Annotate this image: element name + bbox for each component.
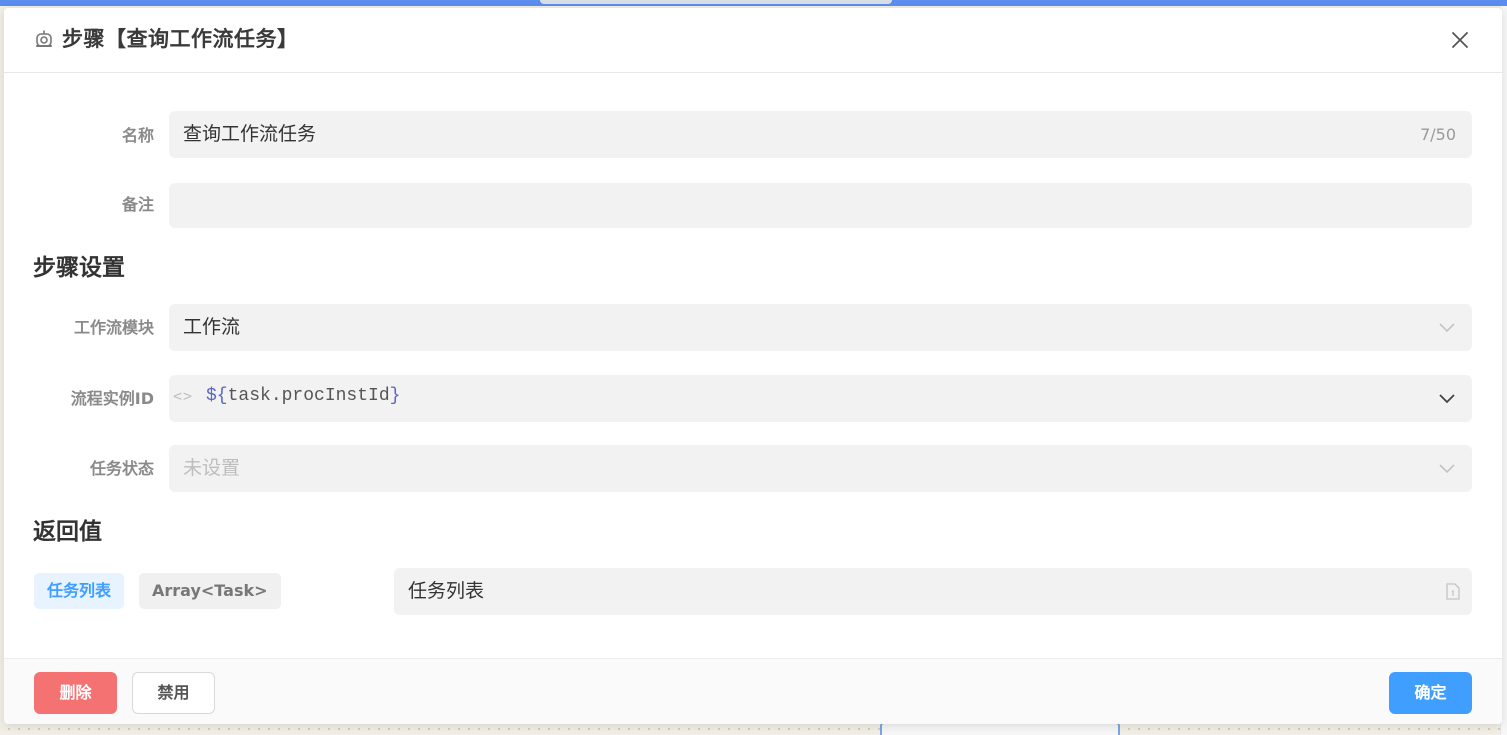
dialog-footer: 删除 禁用 确定 bbox=[4, 658, 1502, 724]
module-select-value: 工作流 bbox=[183, 316, 241, 338]
dialog-title: 步骤【查询工作流任务】 bbox=[62, 27, 299, 51]
robot-icon bbox=[36, 30, 52, 47]
step-dialog: 步骤【查询工作流任务】 名称 查询工作流任务 7/50 备注 步骤设置 工作流模… bbox=[4, 8, 1502, 724]
expression-suffix: } bbox=[389, 386, 401, 406]
expression-variable: task.procInstId bbox=[227, 386, 390, 406]
instance-id-label: 流程实例ID bbox=[70, 389, 154, 408]
return-value-title: 返回值 bbox=[33, 519, 102, 545]
chevron-down-icon bbox=[1439, 323, 1455, 333]
disable-button[interactable]: 禁用 bbox=[132, 672, 215, 714]
code-icon[interactable]: <> bbox=[173, 387, 193, 405]
instance-id-expression-input[interactable]: <> ${task.procInstId} bbox=[169, 375, 1472, 422]
name-label: 名称 bbox=[121, 126, 154, 145]
chevron-down-icon bbox=[1439, 464, 1455, 474]
expression-prefix: ${ bbox=[206, 386, 228, 406]
return-alias-input[interactable]: 任务列表 bbox=[394, 568, 1472, 615]
name-input-value: 查询工作流任务 bbox=[183, 123, 317, 145]
name-input[interactable]: 查询工作流任务 7/50 bbox=[169, 111, 1472, 158]
document-icon[interactable] bbox=[1446, 583, 1460, 600]
task-status-select[interactable]: 未设置 bbox=[169, 445, 1472, 492]
module-select[interactable]: 工作流 bbox=[169, 304, 1472, 351]
module-label: 工作流模块 bbox=[73, 318, 154, 337]
instance-id-expression: ${task.procInstId} bbox=[206, 386, 400, 406]
confirm-button[interactable]: 确定 bbox=[1389, 672, 1472, 714]
dialog-header: 步骤【查询工作流任务】 bbox=[4, 8, 1502, 73]
task-status-label: 任务状态 bbox=[89, 459, 154, 478]
chevron-down-icon[interactable] bbox=[1438, 391, 1456, 405]
return-alias-value: 任务列表 bbox=[408, 580, 485, 602]
app-top-tab bbox=[540, 0, 892, 4]
name-char-counter: 7/50 bbox=[1420, 125, 1456, 144]
remark-input[interactable] bbox=[169, 183, 1472, 228]
remark-label: 备注 bbox=[121, 195, 154, 214]
close-icon[interactable] bbox=[1448, 28, 1472, 52]
return-type-tag: Array<Task> bbox=[139, 573, 281, 609]
task-status-placeholder: 未设置 bbox=[183, 457, 241, 479]
delete-button[interactable]: 删除 bbox=[34, 672, 117, 714]
return-name-tag: 任务列表 bbox=[34, 573, 125, 609]
step-settings-title: 步骤设置 bbox=[33, 255, 125, 281]
